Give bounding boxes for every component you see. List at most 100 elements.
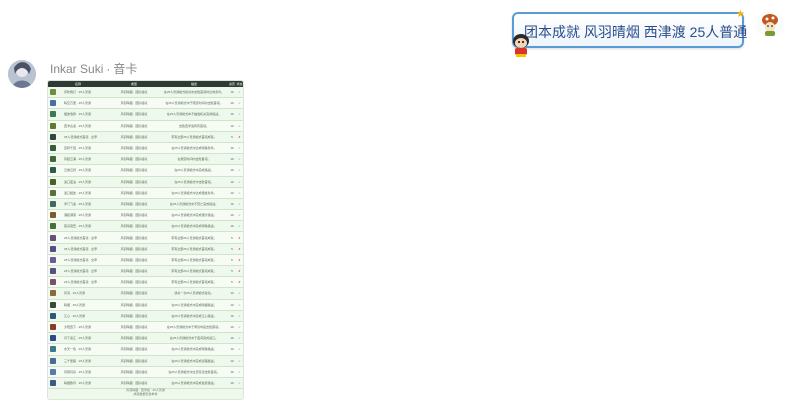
sender-name-line: Inkar Suki · 音卡 [50, 60, 137, 77]
row-desc: 带有全部25人普通模式首领成就。 [171, 280, 217, 285]
header-desc: 描述 [190, 82, 197, 86]
row-desc: 在25人普通模式中完成江心挑战。 [171, 313, 217, 318]
table-row: 风吹雨打 · 25人普通 风羽晴烟 · 团队秘境 在25人普通模式秘境中击败首领时达… [48, 87, 243, 99]
row-name: 25人普通模式首领 · 全甲 [64, 235, 98, 240]
outgoing-message-bubble[interactable]: 团本成就 风羽晴烟 西津渡 25人普通 ★ [512, 9, 748, 57]
row-type: 风羽晴烟 · 团队秘境 [120, 336, 148, 341]
row-points: 10 [230, 325, 234, 330]
star-decoration-icon: ★ [736, 9, 745, 20]
row-points: 10 [230, 302, 234, 307]
achievement-icon [50, 189, 56, 196]
row-desc: 在25人普通模式中不死亡完成挑战。 [169, 201, 219, 206]
row-name-cell: 风起云涌 · 25人普通 [48, 156, 108, 163]
achievement-icon [50, 379, 56, 386]
my-avatar[interactable] [756, 10, 784, 38]
achievement-icon [50, 279, 56, 286]
achievement-icon [50, 156, 56, 163]
row-name: 百转千回 · 25人普通 [64, 146, 92, 151]
check-icon: ✓ [238, 347, 241, 352]
row-points: 10 [230, 112, 234, 117]
row-desc: 在25人普通模式秘境中击败首领时达成条件。 [163, 90, 225, 95]
achievement-icon [50, 212, 56, 219]
table-row: 西津古渡 · 25人普通 风羽晴烟 · 团队秘境 击败西津渡所有首领。 10 ✓ [48, 120, 243, 132]
table-row: 江心 · 25人普通 风羽晴烟 · 团队秘境 在25人普通模式中完成江心挑战。 10 ✓ [48, 311, 243, 322]
row-points: 10 [230, 347, 234, 352]
row-desc: 带有全部25人普通模式首领成就。 [171, 134, 217, 139]
achievement-icon [50, 145, 56, 152]
row-name: 孤舟蓑笠 · 25人普通 [64, 224, 92, 229]
row-type: 风羽晴烟 · 团队秘境 [120, 123, 148, 128]
header-status: 状态 [236, 82, 243, 86]
achievement-icon [50, 245, 56, 252]
table-row: 孤舟蓑笠 · 25人普通 风羽晴烟 · 团队秘境 在25人普通模式中完成特殊挑战。 1… [48, 221, 243, 233]
table-row: 夕阳西下 · 25人普通 风羽晴烟 · 团队秘境 在25人普通模式中于黄昏时段击败首… [48, 321, 243, 334]
row-name-cell: 渡口相逢 · 25人普通 [48, 189, 108, 196]
row-points: 10 [230, 190, 234, 195]
row-name: 晴烟 · 25人普通 [64, 302, 86, 307]
row-type: 风羽晴烟 · 团队秘境 [120, 291, 148, 296]
image-message[interactable]: 名称 类型 描述 资历 状态 风吹雨打 · 25人普通 风羽晴烟 · 团队秘境 在2… [47, 80, 244, 400]
row-type: 风羽晴烟 · 团队秘境 [120, 157, 148, 162]
row-points: 5 [231, 235, 233, 240]
achievement-icon [50, 223, 56, 230]
table-row: 25人普通模式首领 · 全甲 风羽晴烟 · 团队秘境 带有全部25人普通模式首领成就… [48, 232, 243, 244]
row-desc: 在25人普通模式中完成潮汐挑战。 [171, 213, 217, 218]
check-icon: ✓ [238, 313, 241, 318]
achievement-icon [50, 111, 56, 118]
row-name: 风吹雨打 · 25人普通 [64, 90, 92, 95]
row-points: 10 [230, 123, 234, 128]
achievement-icon [50, 324, 56, 331]
achievement-icon [50, 312, 56, 319]
row-points: 10 [230, 90, 234, 95]
row-type: 风羽晴烟 · 团队秘境 [120, 380, 148, 385]
row-name-cell: 孤舟蓑笠 · 25人普通 [48, 223, 108, 230]
sender-name: Inkar Suki [50, 62, 104, 76]
row-type: 风羽晴烟 · 团队秘境 [120, 146, 148, 151]
row-desc: 在25人普通模式中击败首领。 [174, 179, 214, 184]
row-desc: 在25人普通模式中不触发机关完成挑战。 [166, 112, 222, 117]
sender-tag: 音卡 [113, 62, 138, 76]
row-name: 晴烟散尽 · 25人普通 [64, 380, 92, 385]
header-name: 名称 [74, 82, 81, 86]
row-name: 风起云涌 · 25人普通 [64, 157, 92, 162]
row-points: 5 [231, 280, 233, 285]
table-row: 晴空万里 · 25人普通 风羽晴烟 · 团队秘境 在25人普通模式中于限定时间内击败… [48, 98, 243, 110]
avatar-cartoon-icon [756, 10, 784, 38]
check-icon: ✓ [238, 146, 241, 151]
table-row: 云卷云舒 · 25人普通 风羽晴烟 · 团队秘境 在25人普通模式中完成挑战。 10 ✓ [48, 165, 243, 177]
row-points: 10 [230, 146, 234, 151]
row-points: 10 [230, 336, 234, 341]
row-type: 风羽晴烟 · 团队秘境 [120, 269, 148, 274]
row-points: 10 [230, 313, 234, 318]
row-type: 风羽晴烟 · 团队秘境 [120, 369, 148, 374]
check-icon: ✓ [238, 90, 241, 95]
achievement-icon [50, 234, 56, 241]
check-icon: ✓ [238, 369, 241, 374]
row-desc: 在25人普通模式中完成特殊挑战。 [171, 224, 217, 229]
row-points: 10 [230, 168, 234, 173]
outgoing-message-text: 团本成就 风羽晴烟 西津渡 25人普通 [524, 24, 748, 40]
row-name-cell: 津门飞渡 · 25人普通 [48, 200, 108, 207]
row-points: 10 [230, 157, 234, 162]
row-type: 风羽晴烟 · 团队秘境 [120, 302, 148, 307]
row-name: 25人普通模式首领 · 全甲 [64, 246, 98, 251]
row-points: 10 [230, 179, 234, 184]
row-name-cell: 江心 · 25人普通 [48, 312, 108, 319]
row-points: 5 [231, 257, 233, 262]
image-footer: 风羽晴烟 · 西津渡 · 25人普通 成就数据仅供参考 [48, 388, 243, 396]
achievement-icon [50, 268, 56, 275]
row-type: 风羽晴烟 · 团队秘境 [120, 313, 148, 318]
row-type: 风羽晴烟 · 团队秘境 [120, 201, 148, 206]
table-row: 风雨同舟 · 25人普通 风羽晴烟 · 团队秘境 在25人普通模式中全员存活击败首领… [48, 366, 243, 378]
row-type: 风羽晴烟 · 团队秘境 [120, 90, 148, 95]
sender-avatar[interactable] [8, 60, 36, 88]
row-name-cell: 25人普通模式首领 · 全甲 [48, 256, 108, 263]
row-desc: 带有全部25人普通模式首领成就。 [171, 246, 217, 251]
row-name: 西津古渡 · 25人普通 [64, 123, 92, 128]
row-points: 10 [230, 101, 234, 106]
row-name: 水天一色 · 25人普通 [64, 347, 92, 352]
row-desc: 带有全部25人普通模式首领成就。 [171, 269, 217, 274]
check-icon: ✓ [238, 358, 241, 363]
row-name: 潮起潮落 · 25人普通 [64, 213, 92, 218]
table-row: 津门飞渡 · 25人普通 风羽晴烟 · 团队秘境 在25人普通模式中不死亡完成挑战。… [48, 199, 243, 211]
